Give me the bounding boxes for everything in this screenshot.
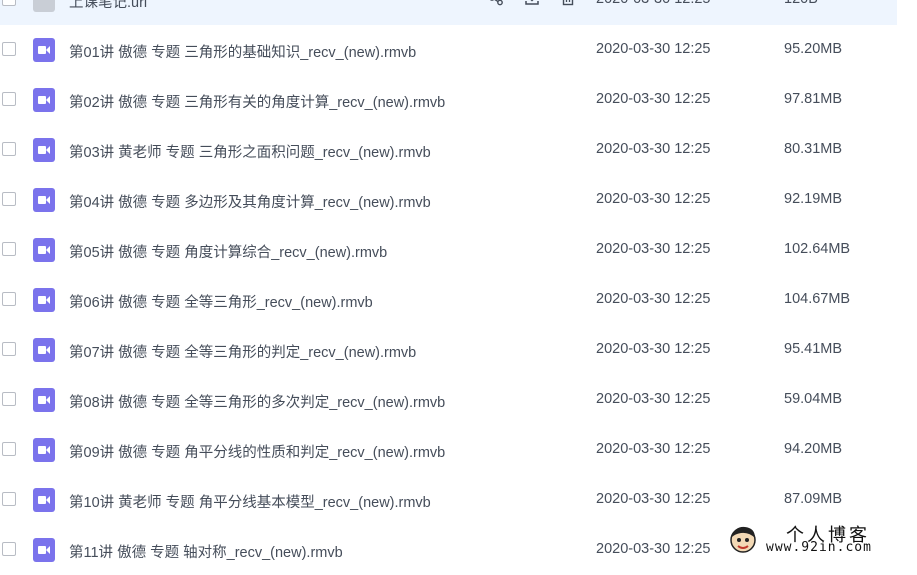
- file-date: 2020-03-30 12:25: [596, 0, 711, 7]
- file-name[interactable]: 第08讲 傲德 专题 全等三角形的多次判定_recv_(new).rmvb: [69, 391, 445, 412]
- file-name[interactable]: 第03讲 黄老师 专题 三角形之面积问题_recv_(new).rmvb: [69, 141, 431, 162]
- video-file-icon: [33, 538, 55, 562]
- file-name[interactable]: 第05讲 傲德 专题 角度计算综合_recv_(new).rmvb: [69, 241, 387, 262]
- video-file-icon: [33, 188, 55, 212]
- row-actions: [487, 0, 577, 7]
- file-row[interactable]: 第01讲 傲德 专题 三角形的基础知识_recv_(new).rmvb 2020-…: [0, 25, 897, 75]
- file-size: 102.64MB: [784, 241, 850, 257]
- file-name[interactable]: 上课笔记.url: [69, 0, 147, 12]
- share-icon[interactable]: [487, 0, 505, 7]
- file-size: 92.19MB: [784, 191, 842, 207]
- row-checkbox[interactable]: [2, 0, 16, 6]
- file-size: 97.81MB: [784, 91, 842, 107]
- file-name[interactable]: 第11讲 傲德 专题 轴对称_recv_(new).rmvb: [69, 541, 343, 562]
- file-name[interactable]: 第09讲 傲德 专题 角平分线的性质和判定_recv_(new).rmvb: [69, 441, 445, 462]
- row-checkbox[interactable]: [2, 142, 16, 156]
- file-row[interactable]: 第06讲 傲德 专题 全等三角形_recv_(new).rmvb 2020-03-…: [0, 275, 897, 325]
- video-file-icon: [33, 488, 55, 512]
- row-checkbox[interactable]: [2, 542, 16, 556]
- file-name[interactable]: 第02讲 傲德 专题 三角形有关的角度计算_recv_(new).rmvb: [69, 91, 445, 112]
- file-name[interactable]: 第04讲 傲德 专题 多边形及其角度计算_recv_(new).rmvb: [69, 191, 431, 212]
- file-size: 104.67MB: [784, 291, 850, 307]
- file-date: 2020-03-30 12:25: [596, 41, 711, 57]
- row-checkbox[interactable]: [2, 92, 16, 106]
- file-date: 2020-03-30 12:25: [596, 341, 711, 357]
- video-file-icon: [33, 138, 55, 162]
- video-file-icon: [33, 338, 55, 362]
- file-row[interactable]: 第05讲 傲德 专题 角度计算综合_recv_(new).rmvb 2020-03…: [0, 225, 897, 275]
- video-file-icon: [33, 438, 55, 462]
- blog-logo-icon: [727, 523, 759, 555]
- file-size: 59.04MB: [784, 391, 842, 407]
- row-checkbox[interactable]: [2, 292, 16, 306]
- file-date: 2020-03-30 12:25: [596, 191, 711, 207]
- file-name[interactable]: 第10讲 黄老师 专题 角平分线基本模型_recv_(new).rmvb: [69, 491, 431, 512]
- video-file-icon: [33, 238, 55, 262]
- file-date: 2020-03-30 12:25: [596, 241, 711, 257]
- row-checkbox[interactable]: [2, 492, 16, 506]
- row-checkbox[interactable]: [2, 442, 16, 456]
- video-file-icon: [33, 88, 55, 112]
- row-checkbox[interactable]: [2, 242, 16, 256]
- file-row[interactable]: 第09讲 傲德 专题 角平分线的性质和判定_recv_(new).rmvb 202…: [0, 425, 897, 475]
- file-row[interactable]: 第03讲 黄老师 专题 三角形之面积问题_recv_(new).rmvb 2020…: [0, 125, 897, 175]
- file-date: 2020-03-30 12:25: [596, 91, 711, 107]
- file-size: 87.09MB: [784, 491, 842, 507]
- file-row[interactable]: 第04讲 傲德 专题 多边形及其角度计算_recv_(new).rmvb 2020…: [0, 175, 897, 225]
- file-size: 80.31MB: [784, 141, 842, 157]
- file-size: 95.20MB: [784, 41, 842, 57]
- file-name[interactable]: 第01讲 傲德 专题 三角形的基础知识_recv_(new).rmvb: [69, 41, 416, 62]
- file-date: 2020-03-30 12:25: [596, 391, 711, 407]
- video-file-icon: [33, 288, 55, 312]
- video-file-icon: [33, 38, 55, 62]
- file-row[interactable]: 第02讲 傲德 专题 三角形有关的角度计算_recv_(new).rmvb 202…: [0, 75, 897, 125]
- file-size: 95.41MB: [784, 341, 842, 357]
- file-name[interactable]: 第06讲 傲德 专题 全等三角形_recv_(new).rmvb: [69, 291, 373, 312]
- row-checkbox[interactable]: [2, 392, 16, 406]
- file-date: 2020-03-30 12:25: [596, 491, 711, 507]
- watermark-url: www.92in.com: [766, 540, 872, 555]
- file-name[interactable]: 第07讲 傲德 专题 全等三角形的判定_recv_(new).rmvb: [69, 341, 416, 362]
- watermark: 个人博客 www.92in.com: [722, 518, 917, 560]
- document-file-icon: [33, 0, 55, 12]
- delete-icon[interactable]: [559, 0, 577, 7]
- file-row[interactable]: 上课笔记.url 2020-03-30 12:25 120B: [0, 0, 897, 25]
- file-date: 2020-03-30 12:25: [596, 291, 711, 307]
- file-date: 2020-03-30 12:25: [596, 441, 711, 457]
- video-file-icon: [33, 388, 55, 412]
- file-row[interactable]: 第08讲 傲德 专题 全等三角形的多次判定_recv_(new).rmvb 202…: [0, 375, 897, 425]
- file-size: 94.20MB: [784, 441, 842, 457]
- file-list: 上课笔记.url 2020-03-30 12:25 120B 第01讲 傲德 专题 三…: [0, 0, 917, 575]
- file-row[interactable]: 第07讲 傲德 专题 全等三角形的判定_recv_(new).rmvb 2020-…: [0, 325, 897, 375]
- row-checkbox[interactable]: [2, 192, 16, 206]
- file-size: 120B: [784, 0, 818, 7]
- file-date: 2020-03-30 12:25: [596, 541, 711, 557]
- file-date: 2020-03-30 12:25: [596, 141, 711, 157]
- download-icon[interactable]: [523, 0, 541, 7]
- row-checkbox[interactable]: [2, 342, 16, 356]
- row-checkbox[interactable]: [2, 42, 16, 56]
